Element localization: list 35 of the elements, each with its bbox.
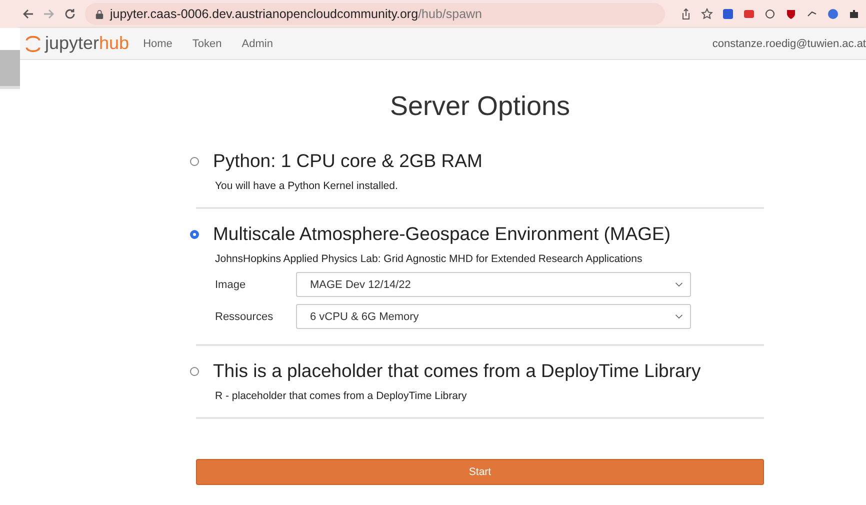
radio-button[interactable] (190, 156, 199, 166)
option-title: Multiscale Atmosphere-Geospace Environment (MAGE) (213, 223, 671, 245)
dropdown[interactable]: 6 vCPU & 6G Memory (296, 304, 691, 329)
nav-link[interactable]: Home (143, 38, 172, 50)
address-bar[interactable]: jupyter.caas-0006.dev.austrianopencloudcommunity.org/hub/spawn (85, 3, 665, 25)
option-title: Python: 1 CPU core & 2GB RAM (213, 150, 482, 172)
radio-button[interactable] (190, 366, 199, 376)
logo-icon (24, 34, 42, 52)
option-description: JohnsHopkins Applied Physics Lab: Grid Agnostic MHD for Extended Research Applications (215, 253, 644, 265)
option-description: You will have a Python Kernel installed. (215, 180, 399, 192)
start-button[interactable]: Start (196, 459, 764, 485)
chevron-icon (675, 282, 683, 287)
puzzle-icon[interactable] (848, 8, 860, 20)
nav-link[interactable]: Token (192, 38, 222, 50)
extension-icon[interactable] (764, 8, 776, 20)
back-icon[interactable] (22, 8, 34, 20)
option-title: This is a placeholder that comes from a DeployTime Library (213, 360, 701, 382)
lock-icon (95, 8, 104, 20)
chevron-icon (675, 314, 683, 319)
star-icon[interactable] (701, 8, 713, 20)
logo-text: jupyterhub (45, 33, 130, 54)
nav-link[interactable]: Admin (242, 38, 273, 50)
extension-icon[interactable] (722, 8, 734, 20)
user-email: constanze.roedig@tuwien.ac.at (712, 38, 866, 50)
page-title: Server Options (388, 91, 572, 122)
extension-icon[interactable] (827, 8, 839, 20)
extension-icon[interactable] (743, 8, 755, 20)
reload-icon[interactable] (64, 8, 76, 20)
field-label: Image (215, 278, 247, 290)
field-label: Ressources (215, 310, 274, 322)
radio-button[interactable] (190, 230, 199, 238)
share-icon[interactable] (680, 8, 692, 20)
dropdown[interactable]: MAGE Dev 12/14/22 (296, 272, 691, 297)
shield-icon[interactable] (785, 8, 797, 20)
option-description: R - placeholder that comes from a DeployTime Library (215, 390, 468, 402)
